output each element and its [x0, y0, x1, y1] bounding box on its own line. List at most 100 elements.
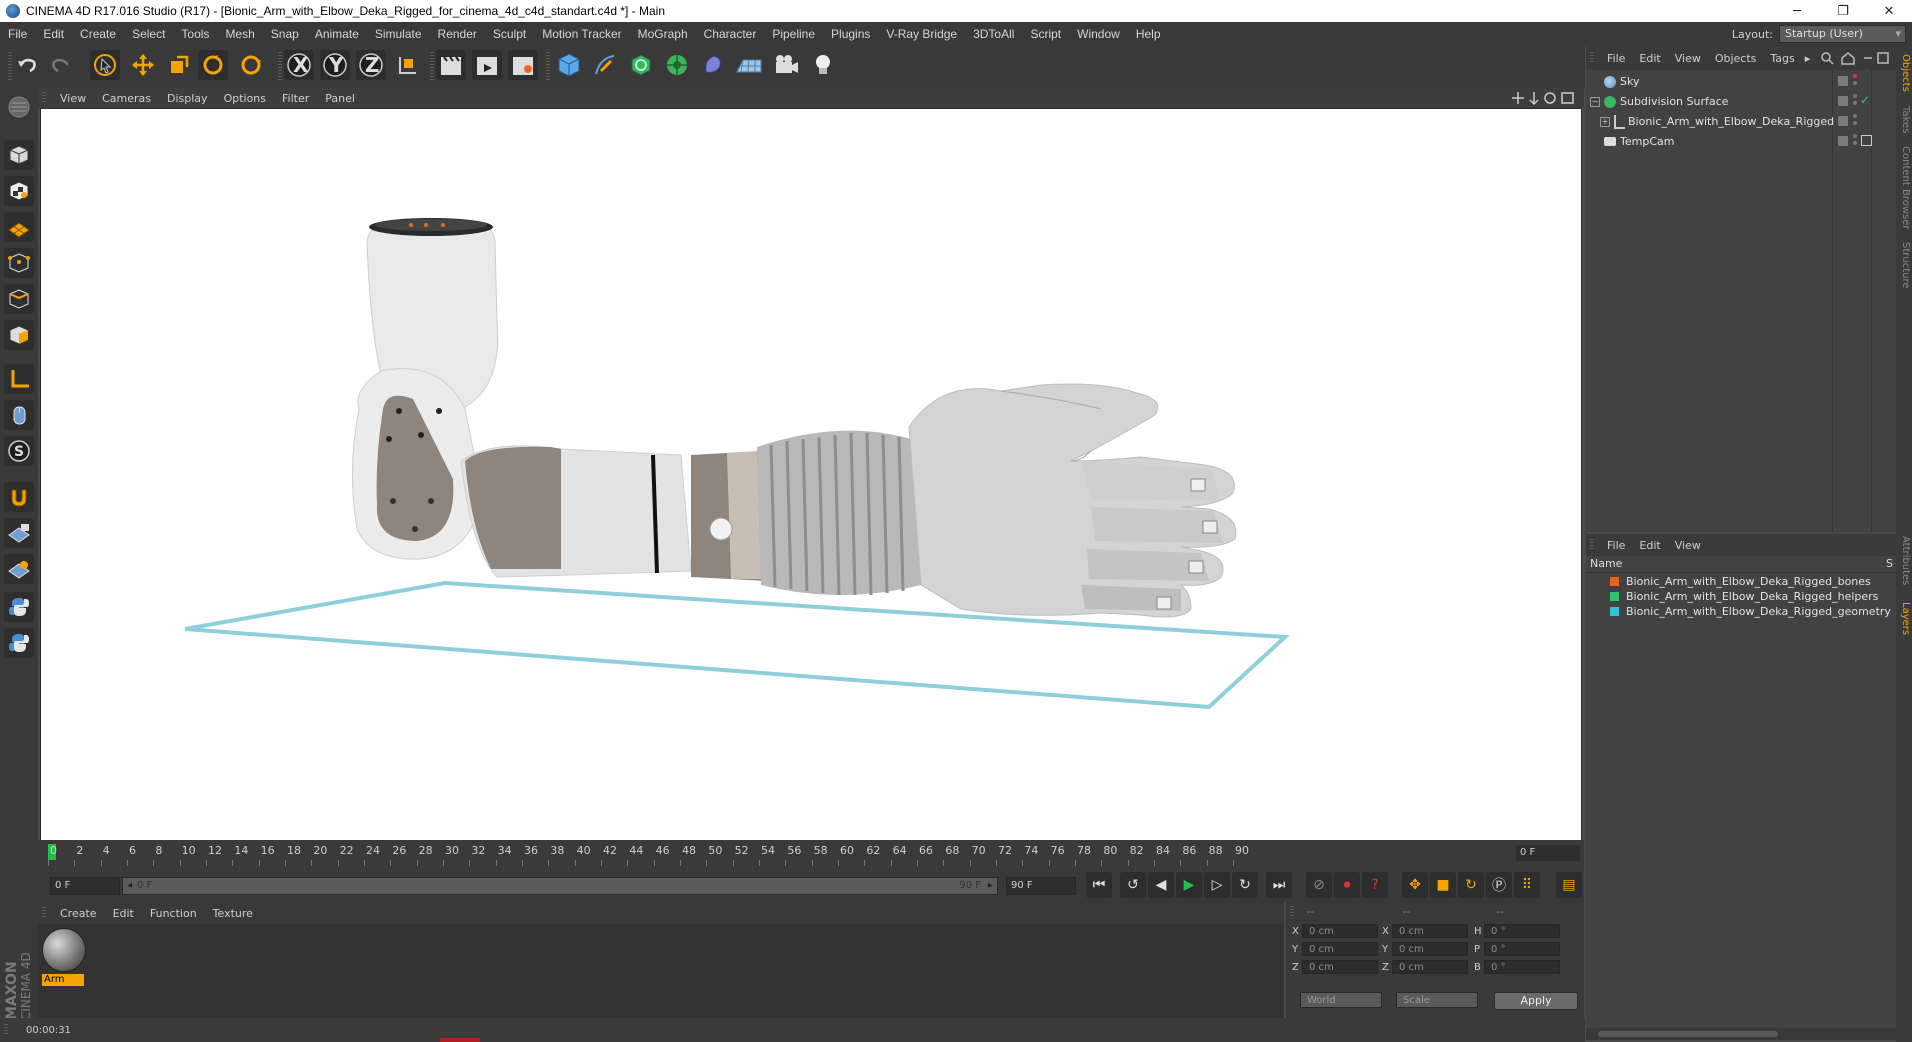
object-row-bionic-arm[interactable]: + Bionic_Arm_with_Elbow_Deka_Rigged	[1586, 112, 1896, 132]
recent-tool-button[interactable]	[236, 50, 266, 80]
om-menu-objects[interactable]: Objects	[1708, 52, 1764, 65]
live-selection-button[interactable]	[90, 50, 120, 80]
om-menu-edit[interactable]: Edit	[1632, 52, 1667, 65]
menu-select[interactable]: Select	[124, 27, 173, 41]
floor-button[interactable]	[734, 50, 764, 80]
workplane-lock-button[interactable]	[4, 518, 34, 548]
viewport-menu-cameras[interactable]: Cameras	[94, 92, 159, 105]
om-more-arrow-icon[interactable]: ▸	[1802, 52, 1814, 65]
material-swatch[interactable]: Arm	[42, 928, 88, 990]
layer-row-geometry[interactable]: Bionic_Arm_with_Elbow_Deka_Rigged_geomet…	[1586, 604, 1896, 619]
visibility-dot-icon[interactable]	[1853, 134, 1857, 138]
viewport-menu-filter[interactable]: Filter	[274, 92, 317, 105]
lm-menu-file[interactable]: File	[1600, 539, 1632, 552]
solo-mode-button[interactable]: S	[4, 436, 34, 466]
enabled-check-icon[interactable]: ✓	[1860, 93, 1870, 107]
next-key-button[interactable]: ↻	[1232, 872, 1258, 898]
om-menu-tags[interactable]: Tags	[1763, 52, 1801, 65]
material-menu-function[interactable]: Function	[142, 907, 205, 920]
render-dot-icon[interactable]	[1853, 141, 1857, 145]
rotate-tool-button[interactable]	[198, 50, 228, 80]
menu-character[interactable]: Character	[696, 27, 765, 41]
apply-button[interactable]: Apply	[1494, 992, 1578, 1010]
python-script-button-2[interactable]	[4, 628, 34, 658]
spline-pen-button[interactable]	[590, 50, 620, 80]
menu-window[interactable]: Window	[1069, 27, 1128, 41]
layout-dropdown[interactable]: Startup (User)	[1779, 25, 1906, 43]
menu-motion-tracker[interactable]: Motion Tracker	[534, 27, 629, 41]
size-mode-dropdown[interactable]: Scale	[1396, 992, 1478, 1008]
edit-tag-icon[interactable]	[1838, 116, 1848, 126]
material-grip[interactable]	[42, 907, 46, 919]
visibility-dot-red-icon[interactable]	[1853, 74, 1857, 78]
record-keys-button[interactable]: ⊘	[1306, 872, 1332, 898]
layer-horizontal-scrollbar[interactable]	[1586, 1028, 1896, 1040]
make-editable-button[interactable]	[4, 92, 34, 122]
visibility-dot-icon[interactable]	[1853, 94, 1857, 98]
z-axis-lock-button[interactable]: Z	[356, 50, 386, 80]
layer-color-swatch[interactable]	[1610, 607, 1619, 616]
menu-simulate[interactable]: Simulate	[367, 27, 430, 41]
axis-mode-button[interactable]	[4, 364, 34, 394]
om-menu-file[interactable]: File	[1600, 52, 1632, 65]
expand-icon[interactable]: +	[1600, 117, 1610, 127]
rotation-b-field[interactable]: 0 °	[1484, 960, 1560, 974]
visibility-dot-icon[interactable]	[1853, 114, 1857, 118]
start-frame-field[interactable]: 0 F	[50, 877, 120, 895]
edit-tag-icon[interactable]	[1838, 96, 1848, 106]
menu-create[interactable]: Create	[72, 27, 124, 41]
python-script-button[interactable]	[4, 592, 34, 622]
viewport-menu-panel[interactable]: Panel	[317, 92, 363, 105]
undo-button[interactable]	[12, 50, 42, 80]
menu-snap[interactable]: Snap	[263, 27, 307, 41]
redo-button[interactable]	[46, 50, 76, 80]
points-mode-button[interactable]	[4, 248, 34, 278]
viewport-menu-display[interactable]: Display	[159, 92, 216, 105]
object-row-sky[interactable]: Sky	[1586, 72, 1896, 92]
polygons-mode-button[interactable]	[4, 320, 34, 350]
size-x-field[interactable]: 0 cm	[1392, 924, 1468, 938]
layer-row-bones[interactable]: Bionic_Arm_with_Elbow_Deka_Rigged_bones	[1586, 574, 1896, 589]
collapse-icon[interactable]: −	[1590, 97, 1600, 107]
tweak-mode-button[interactable]	[4, 400, 34, 430]
layer-manager-grip[interactable]	[1590, 539, 1594, 551]
layer-color-swatch[interactable]	[1610, 592, 1619, 601]
timeline-ruler[interactable]: 0 2 4 6 8 10 12 14 16 18 20 22 24 26 28 30 32 34 36 38 40 42 4…	[38, 840, 1584, 868]
menu-pipeline[interactable]: Pipeline	[764, 27, 823, 41]
tab-content-browser[interactable]: Content Browser	[1897, 146, 1911, 229]
y-axis-lock-button[interactable]: Y	[320, 50, 350, 80]
autokeying-button[interactable]: ⏺	[1334, 872, 1360, 898]
render-dot-icon[interactable]	[1853, 121, 1857, 125]
edit-tag-icon[interactable]	[1838, 136, 1848, 146]
lm-menu-view[interactable]: View	[1668, 539, 1708, 552]
render-dot-icon[interactable]	[1853, 101, 1857, 105]
position-y-field[interactable]: 0 cm	[1302, 942, 1378, 956]
coordinates-grip[interactable]	[1290, 906, 1294, 918]
size-y-field[interactable]: 0 cm	[1392, 942, 1468, 956]
next-frame-button[interactable]: ▷	[1204, 872, 1230, 898]
position-x-field[interactable]: 0 cm	[1302, 924, 1378, 938]
om-menu-view[interactable]: View	[1668, 52, 1708, 65]
menu-render[interactable]: Render	[430, 27, 485, 41]
key-scale-button[interactable]: ■	[1430, 872, 1456, 898]
menu-script[interactable]: Script	[1022, 27, 1069, 41]
tab-structure[interactable]: Structure	[1897, 242, 1911, 289]
toolbar-grip-2[interactable]	[278, 52, 282, 80]
preview-range-slider[interactable]: ◂ 0 F 90 F ▸	[122, 877, 998, 895]
menu-mesh[interactable]: Mesh	[217, 27, 262, 41]
menu-help[interactable]: Help	[1128, 27, 1169, 41]
model-mode-button[interactable]	[4, 140, 34, 170]
grid-settings-button[interactable]	[4, 554, 34, 584]
rotation-p-field[interactable]: 0 °	[1484, 942, 1560, 956]
coordinate-mode-dropdown[interactable]: World	[1300, 992, 1382, 1008]
timeline-frame-field[interactable]: 0 F	[1516, 845, 1580, 861]
deformer-button[interactable]	[698, 50, 728, 80]
scale-tool-button[interactable]	[164, 50, 194, 80]
menu-animate[interactable]: Animate	[307, 27, 367, 41]
keyframe-selection-button[interactable]: ?	[1362, 872, 1388, 898]
timeline-window-button[interactable]: ▤	[1556, 872, 1582, 898]
layer-row-helpers[interactable]: Bionic_Arm_with_Elbow_Deka_Rigged_helper…	[1586, 589, 1896, 604]
go-to-end-button[interactable]: ⏭	[1266, 872, 1292, 898]
menu-sculpt[interactable]: Sculpt	[485, 27, 534, 41]
previous-key-button[interactable]: ↺	[1120, 872, 1146, 898]
